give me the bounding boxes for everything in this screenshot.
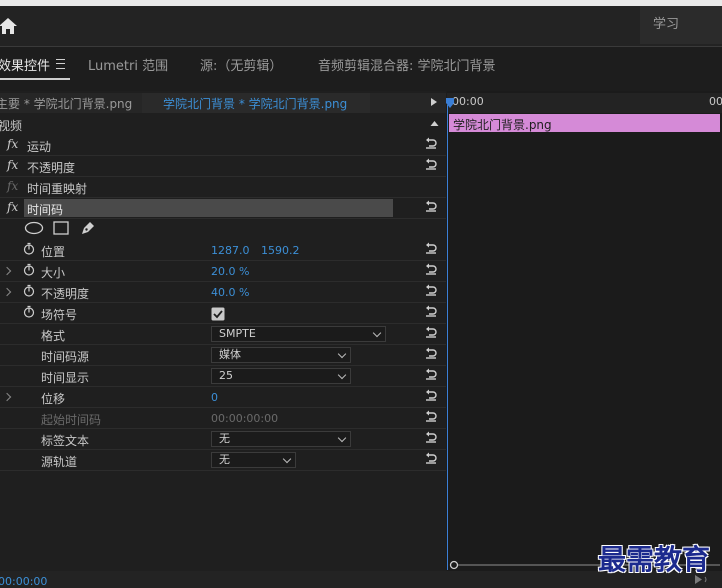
video-section-header [0, 114, 446, 134]
offset-value[interactable]: 0 [211, 391, 218, 404]
fx-icon[interactable]: fx [7, 158, 18, 172]
source-track-dropdown[interactable]: 无 [211, 452, 296, 468]
property-row-offset [0, 387, 446, 408]
workspace-learning[interactable]: 学习 [640, 6, 722, 44]
reset-parameter-icon[interactable] [425, 158, 437, 170]
property-label-scale: 大小 [41, 266, 66, 280]
tc-display-dropdown-value: 25 [219, 369, 233, 382]
stopwatch-icon[interactable] [23, 305, 35, 318]
tab-lumetri-scopes[interactable]: Lumetri 范围 [88, 55, 168, 74]
scale-value[interactable]: 20.0 % [211, 265, 249, 278]
current-timecode[interactable]: 00:00:00 [0, 575, 47, 588]
chevron-down-icon [282, 454, 292, 464]
stopwatch-icon[interactable] [23, 284, 35, 297]
property-label-position: 位置 [41, 245, 66, 259]
label-text-dropdown-value: 无 [219, 432, 230, 445]
property-label-label-text: 标签文本 [41, 434, 90, 448]
fx-icon[interactable]: fx [7, 200, 18, 214]
active-tab-indicator [0, 78, 70, 80]
reset-parameter-icon[interactable] [425, 389, 437, 401]
home-icon[interactable] [0, 16, 18, 36]
tc-display-dropdown[interactable]: 25 [211, 368, 351, 384]
reset-parameter-icon[interactable] [425, 410, 437, 422]
chevron-down-icon [372, 328, 382, 338]
stopwatch-icon[interactable] [23, 263, 35, 276]
reset-parameter-icon[interactable] [425, 368, 437, 380]
reset-parameter-icon[interactable] [425, 347, 437, 359]
rectangle-mask-icon[interactable] [53, 221, 69, 235]
ellipse-mask-icon[interactable] [24, 221, 44, 235]
reset-parameter-icon[interactable] [425, 326, 437, 338]
tab-source[interactable]: 源:（无剪辑） [200, 55, 282, 74]
format-dropdown-value: SMPTE [219, 327, 256, 340]
selected-effect-highlight [24, 199, 393, 217]
reset-parameter-icon[interactable] [425, 452, 437, 464]
timeline-clip-label: 学院北门背景.png [453, 118, 552, 132]
reset-parameter-icon[interactable] [425, 263, 437, 275]
fx-icon: fx [7, 179, 19, 193]
position-x-value[interactable]: 1287.0 [211, 244, 250, 257]
sequence-clip-label[interactable]: 学院北门背景 * 学院北门背景.png [163, 95, 347, 112]
reset-parameter-icon[interactable] [425, 242, 437, 254]
property-label-format: 格式 [41, 329, 66, 343]
effect-label-opacity: 不透明度 [27, 161, 76, 175]
label-text-dropdown[interactable]: 无 [211, 431, 351, 447]
chevron-down-icon [337, 433, 347, 443]
stopwatch-icon[interactable] [23, 242, 35, 255]
chevron-down-icon [337, 349, 347, 359]
source-track-dropdown-value: 无 [219, 453, 230, 466]
effect-label-timecode: 时间码 [27, 203, 64, 217]
field-symbol-checkbox[interactable] [211, 307, 225, 321]
effect-label-time-remap: 时间重映射 [27, 182, 88, 196]
watermark: 最需教育 [598, 543, 711, 576]
fx-icon[interactable]: fx [7, 137, 18, 151]
ruler-end-time: 00 [709, 95, 722, 108]
tab-effect-controls[interactable]: 效果控件 [0, 55, 50, 74]
format-dropdown[interactable]: SMPTE [211, 326, 386, 342]
property-label-tc-source: 时间码源 [41, 350, 90, 364]
tc-source-dropdown[interactable]: 媒体 [211, 347, 351, 363]
property-label-start-tc: 起始时间码 [41, 413, 102, 427]
reset-parameter-icon[interactable] [425, 137, 437, 149]
timeline-ruler[interactable] [447, 93, 722, 113]
tab-audio-clip-mixer[interactable]: 音频剪辑混合器: 学院北门背景 [318, 55, 496, 74]
collapse-up-icon[interactable] [430, 120, 439, 127]
effect-row-motion[interactable] [0, 135, 446, 156]
tc-source-dropdown-value: 媒体 [219, 348, 241, 361]
video-section-label: 视频 [0, 119, 23, 133]
reset-parameter-icon[interactable] [425, 431, 437, 443]
property-label-offset: 位移 [41, 392, 66, 406]
reset-parameter-icon[interactable] [425, 200, 437, 212]
start-tc-value: 00:00:00:00 [211, 412, 279, 425]
reset-parameter-icon[interactable] [425, 305, 437, 317]
panel-menu-icon[interactable] [56, 59, 65, 69]
property-label-field-symbol: 场符号 [41, 308, 78, 322]
pen-mask-icon[interactable] [80, 219, 97, 236]
position-y-value[interactable]: 1590.2 [261, 244, 300, 257]
effect-label-motion: 运动 [27, 140, 52, 154]
play-arrow-icon[interactable] [430, 97, 438, 107]
property-label-opacity: 不透明度 [41, 287, 90, 301]
playhead-line [447, 105, 448, 570]
property-label-source-track: 源轨道 [41, 455, 78, 469]
effect-timeline [447, 91, 722, 571]
chevron-down-icon [337, 370, 347, 380]
reset-parameter-icon[interactable] [425, 284, 437, 296]
opacity-value[interactable]: 40.0 % [211, 286, 249, 299]
property-label-tc-display: 时间显示 [41, 371, 90, 385]
header-bar [0, 6, 722, 47]
master-clip-label[interactable]: 主要 * 学院北门背景.png [0, 95, 132, 112]
ruler-start-time: 00:00 [452, 95, 484, 108]
